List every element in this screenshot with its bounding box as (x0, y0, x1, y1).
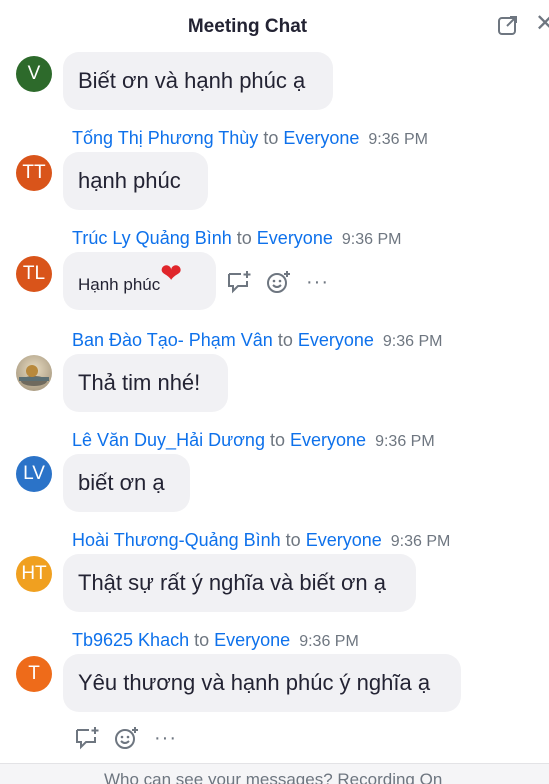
message-time: 9:36 PM (390, 533, 451, 550)
sender-name[interactable]: Ban Đào Tạo- Phạm Vân (72, 330, 273, 350)
heart-emoji-icon: ❤ (160, 258, 183, 288)
more-options-icon[interactable]: ··· (306, 272, 329, 292)
message-time: 9:36 PM (299, 633, 359, 650)
message-bubble: hạnh phúc (63, 152, 208, 210)
message-bubble: Yêu thương và hạnh phúc ý nghĩa ạ (63, 654, 461, 712)
add-reaction-icon[interactable] (114, 726, 140, 750)
to-label: to (269, 430, 285, 450)
sender-name[interactable]: Tb9625 Khach (72, 630, 189, 650)
recipient-name: Everyone (305, 530, 382, 550)
message-actions: ··· (74, 726, 177, 750)
to-label: to (285, 530, 301, 550)
message-sender-line: Lê Văn Duy_Hải Dương to Everyone 9:36 PM (72, 430, 435, 451)
recipient-name: Everyone (214, 630, 291, 650)
message-actions: ··· (226, 270, 329, 294)
message-time: 9:36 PM (375, 433, 435, 450)
recipient-name: Everyone (290, 430, 367, 450)
message-time: 9:36 PM (368, 131, 428, 148)
privacy-footer[interactable]: Who can see your messages? Recording On (0, 763, 549, 784)
popout-icon[interactable] (497, 14, 519, 36)
avatar: T (16, 656, 52, 692)
message-bubble: Biết ơn và hạnh phúc ạ (63, 52, 333, 110)
recipient-name: Everyone (297, 330, 374, 350)
to-label: to (263, 128, 279, 148)
message-bubble: biết ơn ạ (63, 454, 190, 512)
message-sender-line: Ban Đào Tạo- Phạm Vân to Everyone 9:36 P… (72, 330, 443, 351)
sender-name[interactable]: Lê Văn Duy_Hải Dương (72, 430, 265, 450)
message-bubble: Hạnh phúc❤ (63, 252, 216, 310)
recipient-name: Everyone (283, 128, 360, 148)
sender-name[interactable]: Tống Thị Phương Thùy (72, 128, 258, 148)
message-sender-line: Tống Thị Phương Thùy to Everyone 9:36 PM (72, 128, 428, 149)
message-text: Hạnh phúc (78, 275, 161, 294)
message-bubble: Thật sự rất ý nghĩa và biết ơn ạ (63, 554, 416, 612)
close-icon[interactable]: ✕ (535, 11, 549, 37)
message-time: 9:36 PM (341, 231, 402, 248)
avatar: LV (16, 456, 52, 492)
sender-name[interactable]: Trúc Ly Quảng Bình (72, 228, 232, 248)
privacy-notice[interactable]: Who can see your messages? Recording On (104, 770, 442, 784)
avatar: V (16, 56, 52, 92)
avatar (16, 355, 52, 391)
to-label: to (236, 228, 252, 248)
to-label: to (194, 630, 210, 650)
message-bubble: Thả tim nhé! (63, 354, 228, 412)
chat-title: Meeting Chat (187, 16, 308, 37)
avatar: TT (16, 155, 52, 191)
message-sender-line: Trúc Ly Quảng Bình to Everyone 9:36 PM (72, 228, 401, 249)
add-reaction-icon[interactable] (266, 270, 292, 294)
avatar-photo-icon (19, 365, 49, 386)
sender-name[interactable]: Hoài Thương-Quảng Bình (72, 530, 281, 550)
chat-header: Meeting Chat ✕ (0, 0, 549, 54)
recipient-name: Everyone (256, 228, 333, 248)
reply-thread-icon[interactable] (226, 270, 252, 294)
message-sender-line: Tb9625 Khach to Everyone 9:36 PM (72, 630, 359, 651)
reply-thread-icon[interactable] (74, 726, 100, 750)
message-sender-line: Hoài Thương-Quảng Bình to Everyone 9:36 … (72, 530, 450, 551)
avatar: HT (16, 556, 52, 592)
to-label: to (277, 330, 293, 350)
more-options-icon[interactable]: ··· (154, 728, 177, 748)
message-time: 9:36 PM (382, 333, 443, 350)
avatar: TL (16, 256, 52, 292)
